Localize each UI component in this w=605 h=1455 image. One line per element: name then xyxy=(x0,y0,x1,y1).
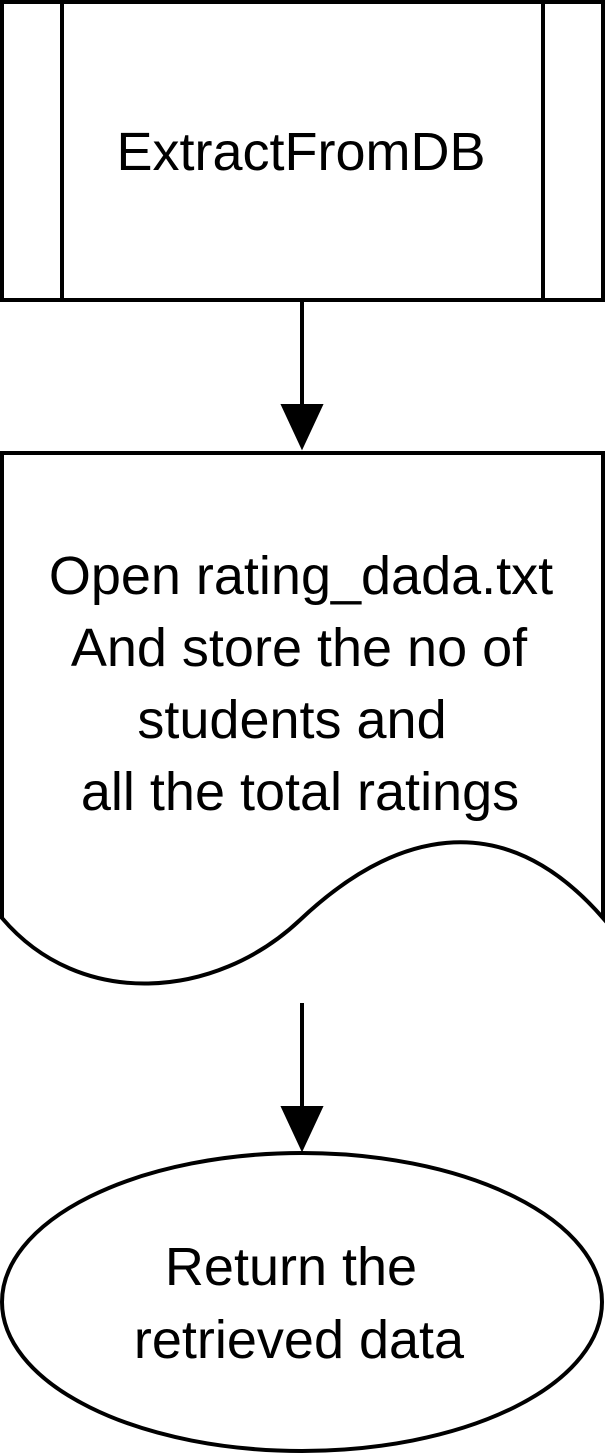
subprocess-label: ExtractFromDB xyxy=(116,122,485,182)
document-label-line-4: all the total ratings xyxy=(81,762,519,822)
arrowhead xyxy=(280,1106,324,1153)
document-node[interactable]: Open rating_dada.txt And store the no of… xyxy=(0,451,605,986)
terminator-ellipse xyxy=(0,1151,604,1453)
arrow-document-to-terminator xyxy=(280,1003,324,1153)
flowchart-diagram: ExtractFromDB Open rating_dada.txt And s… xyxy=(0,0,605,1453)
terminator-label-line-2: retrieved data xyxy=(134,1310,465,1370)
subprocess-node[interactable]: ExtractFromDB xyxy=(0,0,605,302)
arrow-subprocess-to-document xyxy=(280,300,324,451)
terminator-label-line-1: Return the xyxy=(165,1237,417,1297)
terminator-node[interactable]: Return the retrieved data xyxy=(0,1151,604,1453)
document-label-line-1: Open rating_dada.txt xyxy=(49,546,553,606)
arrowhead xyxy=(280,404,324,451)
document-label-line-2: And store the no of xyxy=(71,618,528,678)
document-label-line-3: students and xyxy=(137,690,446,750)
